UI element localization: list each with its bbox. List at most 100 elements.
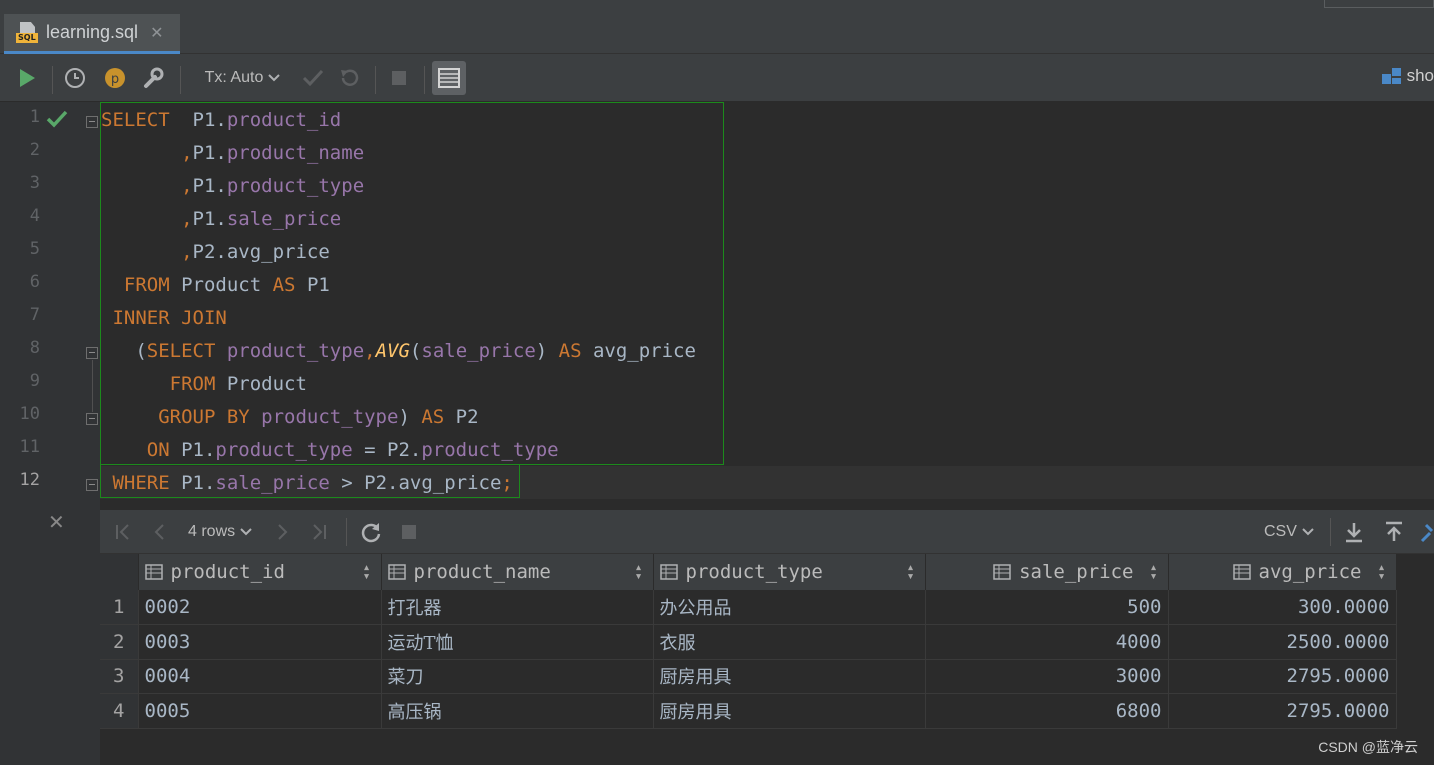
sort-icon[interactable]: ▴ ▾ <box>635 561 643 583</box>
code-line-8: (SELECT product_type,AVG(sale_price) AS … <box>101 340 696 362</box>
first-page-button[interactable] <box>114 520 132 544</box>
table-row[interactable]: 4 0005 高压锅 厨房用具 6800 2795.0000 <box>100 693 1397 729</box>
chevron-down-icon <box>268 74 281 82</box>
upload-icon <box>1386 521 1402 541</box>
column-header-product-type[interactable]: product_type ▴ ▾ <box>653 554 926 590</box>
execute-button[interactable] <box>14 64 40 92</box>
table-row[interactable]: 3 0004 菜刀 厨房用具 3000 2795.0000 <box>100 659 1397 694</box>
history-button[interactable] <box>62 64 88 92</box>
table-header-row: product_id ▴ ▾ product_name ▴ ▾ product_ty… <box>100 554 1397 590</box>
cell-product-name[interactable]: 打孔器 <box>381 590 654 625</box>
column-icon <box>387 564 406 580</box>
cell-product-name[interactable]: 菜刀 <box>381 659 654 694</box>
sql-editor[interactable]: 1 2 3 4 5 6 7 8 9 10 11 12 SELECT P1.pro… <box>0 102 1434 765</box>
p-badge-icon: p <box>105 68 125 88</box>
column-header-product-name[interactable]: product_name ▴ ▾ <box>381 554 654 590</box>
transaction-mode-dropdown[interactable]: Tx: Auto <box>198 64 288 92</box>
export-format-label: CSV <box>1264 523 1297 540</box>
cancel-query-button[interactable] <box>400 520 418 544</box>
cell-product-name[interactable]: 高压锅 <box>381 693 654 729</box>
row-number: 2 <box>100 624 139 660</box>
commit-button[interactable] <box>300 64 326 92</box>
cell-product-id[interactable]: 0002 <box>138 590 382 625</box>
cell-sale-price[interactable]: 6800 <box>925 693 1169 729</box>
download-icon <box>1346 523 1362 543</box>
export-format-dropdown[interactable]: CSV <box>1264 520 1315 544</box>
code-line-9: FROM Product <box>169 373 307 395</box>
prev-page-button[interactable] <box>152 520 166 544</box>
table-row[interactable]: 1 0002 打孔器 办公用品 500 300.0000 <box>100 590 1397 625</box>
chevron-down-icon <box>240 528 252 536</box>
code-line-2: ,P1.product_name <box>181 142 365 164</box>
column-header-product-id[interactable]: product_id ▴ ▾ <box>138 554 382 590</box>
column-icon <box>1232 564 1251 580</box>
chevron-left-icon <box>154 524 164 540</box>
code-line-3: ,P1.product_type <box>181 175 365 197</box>
close-tab-icon[interactable]: ✕ <box>150 23 163 42</box>
tab-title: learning.sql <box>46 22 139 42</box>
rollback-icon <box>341 69 359 86</box>
line-number-current: 12 <box>19 470 40 490</box>
fold-marker[interactable] <box>86 479 98 491</box>
top-right-button[interactable] <box>1324 0 1434 8</box>
cell-sale-price[interactable]: 3000 <box>925 659 1169 694</box>
explain-plan-button[interactable]: p <box>102 64 128 92</box>
line-number: 7 <box>29 305 40 325</box>
column-header-avg-price[interactable]: avg_price ▴ ▾ <box>1168 554 1397 590</box>
sql-file-icon: SQL <box>16 21 40 44</box>
stop-icon <box>392 71 406 85</box>
column-icon <box>659 564 678 580</box>
cell-product-type[interactable]: 厨房用具 <box>653 693 926 729</box>
code-line-4: ,P1.sale_price <box>181 208 342 230</box>
refresh-button[interactable] <box>360 520 382 544</box>
stop-button[interactable] <box>386 64 412 92</box>
svg-text:p: p <box>111 72 119 87</box>
last-page-button[interactable] <box>310 520 328 544</box>
download-button[interactable] <box>1344 520 1364 544</box>
editor-gutter <box>0 102 100 765</box>
output-layout-button[interactable] <box>432 61 466 95</box>
fold-marker[interactable] <box>86 116 98 128</box>
settings-button[interactable] <box>140 64 166 92</box>
cell-avg-price[interactable]: 2795.0000 <box>1168 693 1397 729</box>
code-line-12: WHERE P1.sale_price > P2.avg_price; <box>112 472 513 494</box>
cell-avg-price[interactable]: 2795.0000 <box>1168 659 1397 694</box>
code-line-5: ,P2.avg_price <box>181 241 330 263</box>
cell-product-type[interactable]: 厨房用具 <box>653 659 926 694</box>
sort-icon[interactable]: ▴ ▾ <box>363 561 371 583</box>
cell-sale-price[interactable]: 500 <box>925 590 1169 625</box>
cell-sale-price[interactable]: 4000 <box>925 624 1169 660</box>
line-number: 4 <box>29 206 40 226</box>
cell-product-id[interactable]: 0004 <box>138 659 382 694</box>
cell-product-id[interactable]: 0003 <box>138 624 382 660</box>
sort-icon[interactable]: ▴ ▾ <box>907 561 915 583</box>
line-number: 10 <box>19 404 40 424</box>
fold-line <box>92 360 93 412</box>
cell-product-id[interactable]: 0005 <box>138 693 382 729</box>
table-row[interactable]: 2 0003 运动T恤 衣服 4000 2500.0000 <box>100 624 1397 660</box>
fold-marker[interactable] <box>86 347 98 359</box>
cell-avg-price[interactable]: 300.0000 <box>1168 590 1397 625</box>
upload-button[interactable] <box>1384 520 1404 544</box>
line-number: 9 <box>29 371 40 391</box>
cell-product-name[interactable]: 运动T恤 <box>381 624 654 660</box>
row-number: 3 <box>100 659 139 694</box>
fold-marker[interactable] <box>86 413 98 425</box>
cell-product-type[interactable]: 衣服 <box>653 624 926 660</box>
sort-icon[interactable]: ▴ ▾ <box>1150 561 1158 583</box>
tab-learning-sql[interactable]: SQL learning.sql ✕ <box>4 14 180 54</box>
column-header-sale-price[interactable]: sale_price ▴ ▾ <box>925 554 1169 590</box>
next-page-button[interactable] <box>276 520 290 544</box>
pin-button[interactable] <box>1420 520 1434 544</box>
sort-icon[interactable]: ▴ ▾ <box>1378 561 1386 583</box>
page-size-dropdown[interactable]: 4 rows <box>188 520 253 544</box>
line-number: 1 <box>29 107 40 127</box>
line-number: 5 <box>29 239 40 259</box>
rows-count-label: 4 rows <box>188 523 236 540</box>
rollback-button[interactable] <box>336 64 362 92</box>
tx-mode-label: Tx: Auto <box>204 69 264 86</box>
cell-product-type[interactable]: 办公用品 <box>653 590 926 625</box>
schema-selector[interactable]: sho <box>1381 66 1434 86</box>
close-results-icon[interactable]: ✕ <box>48 510 65 534</box>
cell-avg-price[interactable]: 2500.0000 <box>1168 624 1397 660</box>
